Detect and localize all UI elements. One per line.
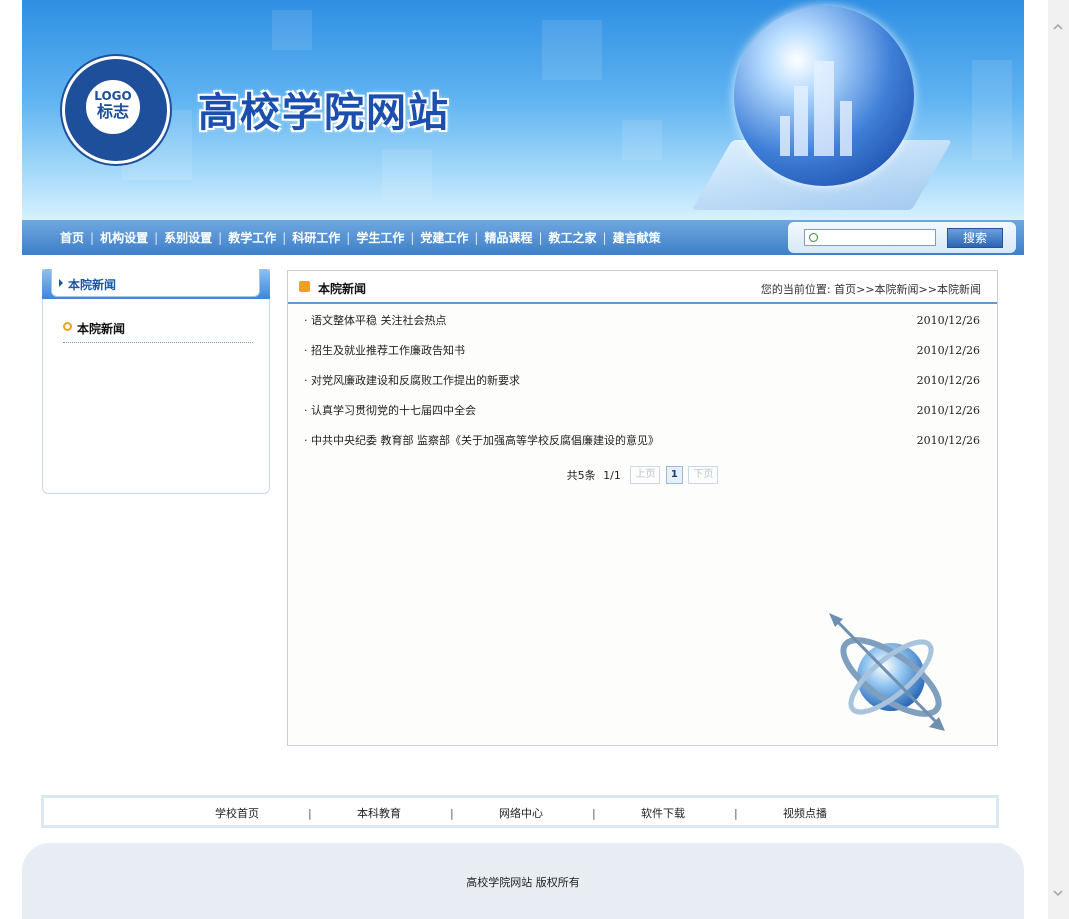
chevron-up-icon[interactable]	[1053, 22, 1063, 32]
footer-link-network[interactable]: 网络中心	[499, 805, 543, 821]
footer-link-home[interactable]: 学校首页	[215, 805, 259, 821]
nav-item[interactable]: 党建工作	[420, 229, 468, 246]
news-date: 2010/12/26	[916, 404, 980, 417]
site-title: 高校学院网站	[198, 89, 450, 136]
site-logo[interactable]: LOGO 标志	[62, 56, 170, 164]
arrow-right-icon	[59, 279, 63, 287]
footer-link-software[interactable]: 软件下载	[641, 805, 685, 821]
circle-bullet-icon	[63, 322, 72, 331]
sidebar-header-tab[interactable]: 本院新闻	[51, 269, 260, 297]
nav-item[interactable]: 学生工作	[356, 229, 404, 246]
sidebar-header: 本院新闻	[42, 269, 270, 299]
footer-link-video[interactable]: 视频点播	[783, 805, 827, 821]
nav-item[interactable]: 系别设置	[164, 229, 212, 246]
chevron-down-icon[interactable]	[1053, 888, 1063, 898]
nav-item[interactable]: 精品课程	[484, 229, 532, 246]
footer-separator: |	[592, 807, 596, 820]
news-item[interactable]: · 语文整体平稳 关注社会热点 2010/12/26	[304, 311, 980, 341]
pager-pages: 1/1	[603, 468, 621, 482]
section-icon	[299, 281, 310, 292]
panel-header: 本院新闻 您的当前位置: 首页>>本院新闻>>本院新闻	[288, 271, 997, 304]
news-date: 2010/12/26	[916, 374, 980, 387]
panel-title: 本院新闻	[318, 282, 367, 296]
nav-item[interactable]: 教工之家	[549, 229, 597, 246]
footer-separator: |	[308, 807, 312, 820]
nav-separator: |	[538, 231, 543, 245]
footer-separator: |	[450, 807, 454, 820]
nav-separator: |	[218, 231, 223, 245]
footer-link-undergrad[interactable]: 本科教育	[357, 805, 401, 821]
news-panel: 本院新闻 您的当前位置: 首页>>本院新闻>>本院新闻 · 语文整体平稳 关注社…	[287, 270, 998, 746]
news-date: 2010/12/26	[916, 314, 980, 327]
news-title[interactable]: · 对党风廉政建设和反腐败工作提出的新要求	[304, 372, 520, 388]
nav-separator: |	[154, 231, 159, 245]
news-date: 2010/12/26	[916, 344, 980, 357]
nav-item[interactable]: 首页	[60, 229, 84, 246]
globe-city-image	[734, 6, 914, 186]
sidebar-item-label: 本院新闻	[77, 322, 126, 336]
news-date: 2010/12/26	[916, 434, 980, 447]
nav-item[interactable]: 教学工作	[228, 229, 276, 246]
header-banner: LOGO 标志 高校学院网站	[22, 0, 1024, 220]
footer-separator: |	[734, 807, 738, 820]
globe-arrow-image	[829, 613, 945, 731]
search-input[interactable]	[804, 229, 936, 246]
sidebar-header-label: 本院新闻	[68, 278, 117, 292]
nav-separator: |	[346, 231, 351, 245]
prev-page-button[interactable]: 上页	[630, 466, 661, 484]
sidebar-item-news[interactable]: 本院新闻	[63, 320, 253, 343]
news-title[interactable]: · 中共中央纪委 教育部 监察部《关于加强高等学校反腐倡廉建设的意见》	[304, 432, 659, 448]
nav-item[interactable]: 科研工作	[292, 229, 340, 246]
next-page-button[interactable]: 下页	[688, 466, 719, 484]
nav-separator: |	[410, 231, 415, 245]
breadcrumb: 您的当前位置: 首页>>本院新闻>>本院新闻	[760, 283, 981, 296]
pagination: 共5条 1/1 上页 1 下页	[288, 466, 997, 484]
left-sidebar: 本院新闻 本院新闻	[42, 269, 270, 494]
page-1-button[interactable]: 1	[665, 466, 683, 484]
news-title[interactable]: · 招生及就业推荐工作廉政告知书	[304, 342, 465, 358]
nav-item[interactable]: 机构设置	[100, 229, 148, 246]
copyright-text: 高校学院网站 版权所有	[466, 876, 580, 889]
page: LOGO 标志 高校学院网站 首页 | 机构设置 | 系别设置 | 教学工作 | 科研工作 | 学生…	[22, 0, 1024, 919]
scrollbar[interactable]	[1048, 0, 1069, 919]
nav-item[interactable]: 建言献策	[613, 229, 661, 246]
nav-separator: |	[90, 231, 95, 245]
search-area: 搜索	[788, 222, 1016, 253]
news-list: · 语文整体平稳 关注社会热点 2010/12/26 · 招生及就业推荐工作廉政…	[304, 311, 980, 461]
news-item[interactable]: · 对党风廉政建设和反腐败工作提出的新要求 2010/12/26	[304, 371, 980, 401]
logo-subtext: 标志	[96, 102, 129, 121]
search-icon	[809, 233, 818, 242]
copyright-bar: 高校学院网站 版权所有	[22, 843, 1024, 919]
footer-links: 学校首页 | 本科教育 | 网络中心 | 软件下载 | 视频点播	[41, 795, 999, 828]
news-title[interactable]: · 认真学习贯彻党的十七届四中全会	[304, 402, 476, 418]
main-nav: 首页 | 机构设置 | 系别设置 | 教学工作 | 科研工作 | 学生工作 | 党建工作 | 精品课程 | 教工…	[22, 220, 1024, 255]
news-item[interactable]: · 招生及就业推荐工作廉政告知书 2010/12/26	[304, 341, 980, 371]
nav-separator: |	[474, 231, 479, 245]
news-title[interactable]: · 语文整体平稳 关注社会热点	[304, 312, 447, 328]
search-button[interactable]: 搜索	[947, 228, 1003, 248]
news-item[interactable]: · 认真学习贯彻党的十七届四中全会 2010/12/26	[304, 401, 980, 431]
pager-total: 共5条	[566, 469, 596, 482]
nav-separator: |	[602, 231, 607, 245]
news-item[interactable]: · 中共中央纪委 教育部 监察部《关于加强高等学校反腐倡廉建设的意见》 2010…	[304, 431, 980, 461]
nav-separator: |	[282, 231, 287, 245]
